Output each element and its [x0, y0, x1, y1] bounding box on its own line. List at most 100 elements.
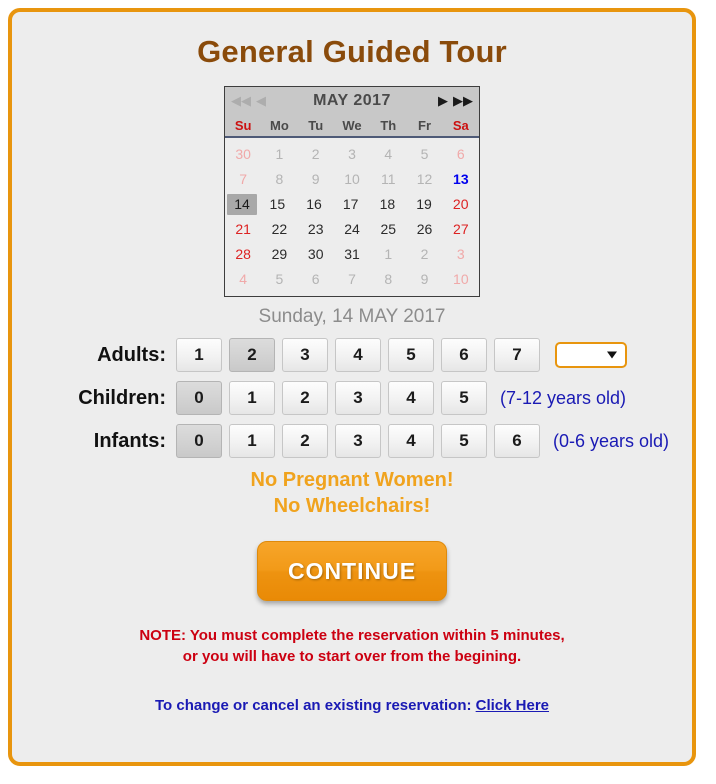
adults-option-5[interactable]: 5 — [388, 338, 434, 372]
date-picker-calendar[interactable]: ◀◀ ◀ MAY 2017 ▶ ▶▶ Su Mo Tu We Th Fr Sa 30 1 2 3 4… — [224, 86, 480, 297]
children-label: Children: — [78, 386, 166, 409]
calendar-day-cell[interactable]: 30 — [298, 244, 334, 265]
adults-option-3[interactable]: 3 — [282, 338, 328, 372]
calendar-dow-su: Su — [234, 117, 252, 133]
calendar-day-cell: 30 — [235, 146, 251, 162]
calendar-day-cell: 2 — [420, 246, 429, 262]
calendar-spacer-bottom — [225, 292, 479, 296]
page-title: General Guided Tour — [197, 34, 507, 69]
calendar-weeks: 30 1 2 3 4 5 6 7 8 9 10 11 12 13 14 15 16 17 18 19 20 21 22 23 2… — [225, 142, 479, 292]
calendar-day-cell[interactable]: 29 — [261, 244, 297, 265]
calendar-day-cell[interactable]: 12 — [406, 169, 442, 190]
continue-button[interactable]: CONTINUE — [257, 541, 447, 601]
infants-age-hint: (0-6 years old) — [553, 430, 670, 451]
calendar-dow-tu: Tu — [308, 117, 324, 133]
calendar-dow-th: Th — [380, 117, 397, 133]
calendar-day-cell[interactable]: 27 — [443, 219, 479, 240]
calendar-day-cell: 7 — [348, 271, 356, 287]
calendar-day-cell[interactable]: 25 — [370, 219, 406, 240]
infants-row: Infants: 0123456 (0-6 years old) — [12, 424, 692, 458]
calendar-day-cell: 3 — [456, 246, 465, 262]
infants-option-5[interactable]: 5 — [441, 424, 487, 458]
adults-option-4[interactable]: 4 — [335, 338, 381, 372]
children-button-group: 012345 — [176, 381, 494, 415]
calendar-day-cell[interactable]: 23 — [298, 219, 334, 240]
calendar-day-cell[interactable]: 14 — [227, 194, 257, 215]
calendar-day-cell[interactable]: 15 — [259, 194, 296, 215]
reservation-panel: General Guided Tour ◀◀ ◀ MAY 2017 ▶ ▶▶ S… — [8, 8, 696, 766]
calendar-day-cell[interactable]: 24 — [334, 219, 370, 240]
calendar-week-row: 14 15 16 17 18 19 20 — [225, 192, 479, 217]
calendar-day-cell[interactable]: 22 — [261, 219, 297, 240]
adults-option-7[interactable]: 7 — [494, 338, 540, 372]
calendar-week-row: 4 5 6 7 8 9 10 — [225, 267, 479, 292]
chevron-down-icon — [607, 351, 617, 359]
calendar-day-cell: 3 — [348, 146, 356, 162]
calendar-day-cell[interactable]: 9 — [298, 169, 334, 190]
infants-option-6[interactable]: 6 — [494, 424, 540, 458]
calendar-day-cell[interactable]: 10 — [334, 169, 370, 190]
adults-option-2[interactable]: 2 — [229, 338, 275, 372]
calendar-week-row: 7 8 9 10 11 12 13 — [225, 167, 479, 192]
calendar-day-cell[interactable]: 18 — [369, 194, 406, 215]
calendar-dow-mo: Mo — [270, 117, 289, 133]
next-year-icon[interactable]: ▶▶ — [453, 94, 473, 107]
calendar-day-cell: 6 — [456, 146, 465, 162]
calendar-container: ◀◀ ◀ MAY 2017 ▶ ▶▶ Su Mo Tu We Th Fr Sa 30 1 2 3 4… — [12, 86, 692, 297]
children-row: Children: 012345 (7-12 years old) — [12, 381, 692, 415]
children-option-4[interactable]: 4 — [388, 381, 434, 415]
prev-month-icon[interactable]: ◀ — [251, 94, 271, 107]
next-month-icon[interactable]: ▶ — [433, 94, 453, 107]
cancel-reservation-link[interactable]: Click Here — [476, 697, 549, 714]
infants-option-4[interactable]: 4 — [388, 424, 434, 458]
calendar-day-cell: 5 — [420, 146, 429, 162]
calendar-day-cell[interactable]: 26 — [406, 219, 442, 240]
calendar-day-cell[interactable]: 20 — [442, 194, 479, 215]
children-option-3[interactable]: 3 — [335, 381, 381, 415]
adults-option-6[interactable]: 6 — [441, 338, 487, 372]
calendar-dow-sa: Sa — [452, 117, 469, 133]
footer-text: To change or cancel an existing reservat… — [154, 697, 476, 714]
infants-option-2[interactable]: 2 — [282, 424, 328, 458]
calendar-day-headers: Su Mo Tu We Th Fr Sa — [225, 114, 479, 138]
calendar-day-cell[interactable]: 8 — [261, 169, 297, 190]
calendar-day-cell[interactable]: 17 — [332, 194, 369, 215]
calendar-day-cell[interactable]: 28 — [225, 244, 261, 265]
footer-note: To change or cancel an existing reservat… — [12, 697, 692, 714]
adults-row: Adults: 1234567 — [12, 338, 692, 372]
children-option-1[interactable]: 1 — [229, 381, 275, 415]
calendar-dow-fr: Fr — [418, 117, 432, 133]
adults-extra-dropdown[interactable] — [555, 342, 627, 368]
timeout-note: NOTE: You must complete the reservation … — [12, 625, 692, 667]
children-option-2[interactable]: 2 — [282, 381, 328, 415]
timeout-note-line-1: NOTE: You must complete the reservation … — [139, 627, 565, 644]
prev-year-icon[interactable]: ◀◀ — [231, 94, 251, 107]
calendar-day-cell[interactable]: 7 — [225, 169, 261, 190]
calendar-day-cell: 1 — [275, 146, 284, 162]
timeout-note-line-2: or you will have to start over from the … — [182, 648, 522, 665]
infants-option-1[interactable]: 1 — [229, 424, 275, 458]
calendar-week-row: 30 1 2 3 4 5 6 — [225, 142, 479, 167]
children-age-hint: (7-12 years old) — [500, 387, 627, 408]
calendar-week-row: 28 29 30 31 1 2 3 — [225, 242, 479, 267]
calendar-day-cell: 2 — [311, 146, 320, 162]
infants-button-group: 0123456 — [176, 424, 547, 458]
calendar-day-cell[interactable]: 16 — [296, 194, 333, 215]
adults-button-group: 1234567 — [176, 338, 547, 372]
children-option-5[interactable]: 5 — [441, 381, 487, 415]
infants-option-0[interactable]: 0 — [176, 424, 222, 458]
calendar-dow-we: We — [342, 117, 362, 133]
warning-line-1: No Pregnant Women! — [250, 469, 454, 491]
adults-label: Adults: — [97, 343, 166, 366]
calendar-day-cell: 8 — [384, 271, 393, 287]
calendar-day-cell: 4 — [239, 271, 248, 287]
calendar-day-cell[interactable]: 11 — [370, 169, 406, 190]
calendar-day-cell[interactable]: 31 — [334, 244, 370, 265]
calendar-day-cell[interactable]: 13 — [443, 169, 479, 190]
calendar-day-cell[interactable]: 19 — [406, 194, 443, 215]
adults-option-1[interactable]: 1 — [176, 338, 222, 372]
children-option-0[interactable]: 0 — [176, 381, 222, 415]
infants-option-3[interactable]: 3 — [335, 424, 381, 458]
calendar-day-cell: 1 — [384, 246, 393, 262]
calendar-day-cell[interactable]: 21 — [225, 219, 261, 240]
